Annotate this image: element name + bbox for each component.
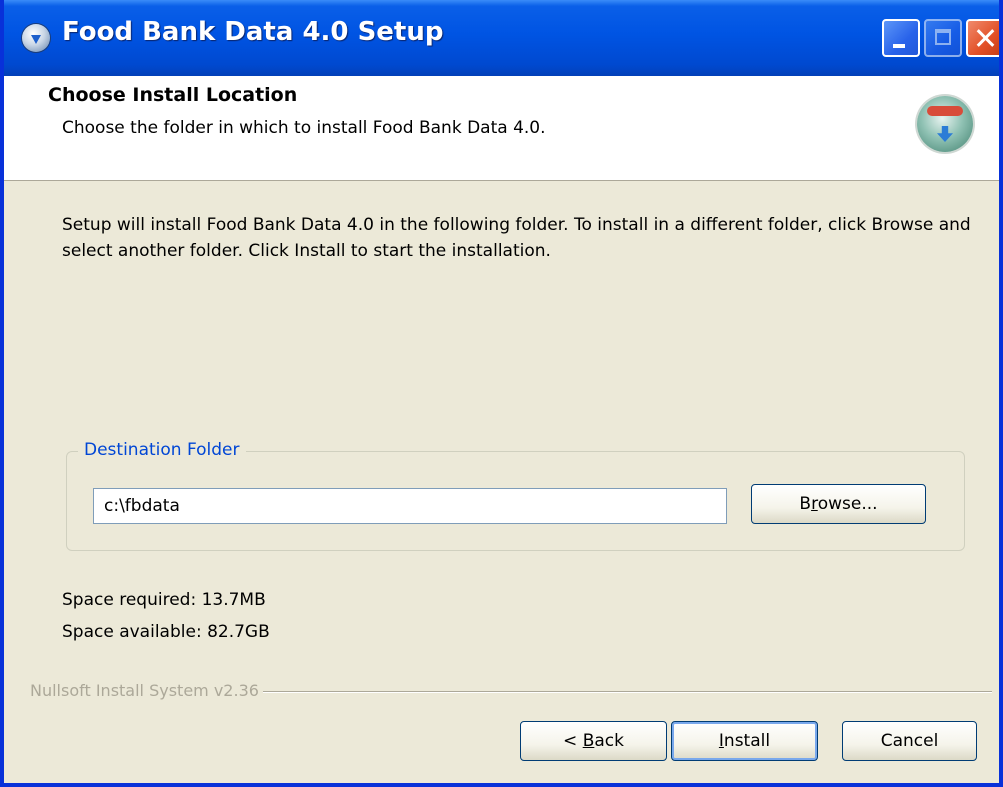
download-arrow-icon <box>937 126 953 142</box>
space-available: Space available: 82.7GB <box>62 622 270 642</box>
back-button[interactable]: < Back <box>520 721 667 761</box>
install-location-icon <box>917 96 973 152</box>
destination-path-input[interactable] <box>93 488 727 524</box>
icon-cap <box>927 106 963 116</box>
back-label-pre: < <box>563 731 583 751</box>
wizard-header: Choose Install Location Choose the folde… <box>4 76 999 181</box>
cancel-button[interactable]: Cancel <box>842 721 977 761</box>
page-title: Choose Install Location <box>48 84 298 106</box>
back-mnemonic: B <box>582 731 595 751</box>
browse-label-pre: B <box>799 494 812 514</box>
install-button[interactable]: Install <box>671 721 818 761</box>
branding-text: Nullsoft Install System v2.36 <box>30 681 263 700</box>
installer-disc-icon <box>22 24 50 52</box>
minimize-button[interactable] <box>882 19 920 57</box>
browse-label-post: owse... <box>817 494 878 514</box>
page-subtitle: Choose the folder in which to install Fo… <box>62 118 546 138</box>
browse-button[interactable]: Browse... <box>751 484 926 524</box>
window-title: Food Bank Data 4.0 Setup <box>62 17 444 47</box>
maximize-button <box>924 19 962 57</box>
space-required: Space required: 13.7MB <box>62 590 266 610</box>
close-button[interactable] <box>966 19 999 57</box>
install-label-post: nstall <box>723 731 771 751</box>
intro-text: Setup will install Food Bank Data 4.0 in… <box>62 215 971 261</box>
installer-window: Food Bank Data 4.0 Setup Choose Install … <box>0 0 1003 787</box>
browse-mnemonic: r <box>811 494 818 514</box>
back-label-post: ack <box>594 731 624 751</box>
destination-folder-label: Destination Folder <box>78 440 246 460</box>
title-bar[interactable]: Food Bank Data 4.0 Setup <box>4 0 999 76</box>
